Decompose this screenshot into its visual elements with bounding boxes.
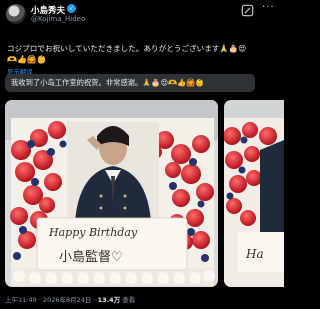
cake-photo: Happy Birthday 小島監督♡ [5,100,218,287]
cake2-inscription: Ha [245,247,264,261]
tweet-text: コジプロでお祝いしていただきました。ありがとうございます🙏🎂😍 [7,44,247,53]
cake-inscription-line1: Happy Birthday [48,226,138,239]
translation-text: 我收到了小岛工作室的祝贺。非常感谢。🙏🎂😍🫶👍🙆👶 [11,78,205,87]
photo-print [67,122,159,222]
tweet-text-emoji-line: 🫶👍🙆👶 [7,55,47,64]
avatar[interactable] [6,4,26,24]
tweet-meta: 上午11:49 · 2026年8月24日 · 13.4万 查看 [5,296,136,304]
media-image-1[interactable]: Happy Birthday 小島監督♡ [5,100,218,287]
cake-photo-2: Ha [224,100,284,287]
more-options-icon[interactable]: ··· [262,2,275,13]
author-handle[interactable]: @Kojima_Hideo [31,15,85,23]
views-label[interactable]: 查看 [122,296,135,304]
grok-icon[interactable] [241,4,254,17]
views-count: 13.4万 [97,296,121,304]
tweet-date[interactable]: 2026年8月24日 [43,296,91,304]
cake-inscription-line2: 小島監督♡ [59,249,123,265]
verified-badge-icon: ✓ [67,4,76,13]
tweet-time[interactable]: 上午11:49 [5,296,37,304]
media-image-2[interactable]: Ha [224,100,284,287]
